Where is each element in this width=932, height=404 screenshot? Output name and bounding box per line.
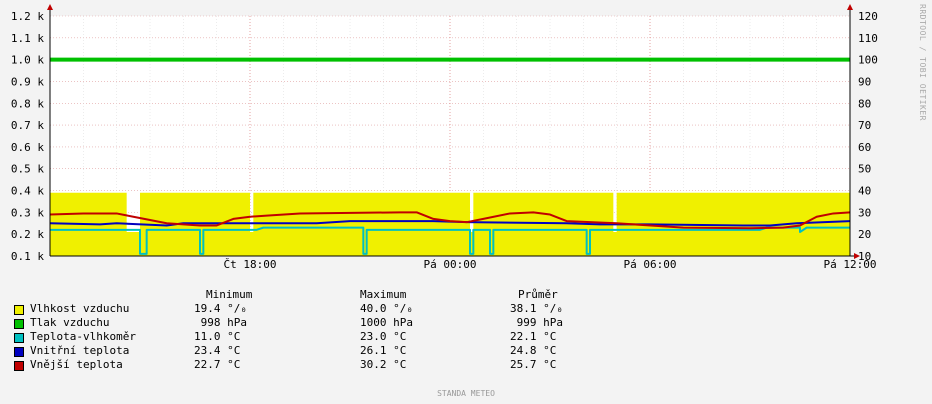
legend-swatch: [14, 333, 24, 343]
legend-row-hygrometer-temp: Teplota-vlhkoměr 11.0 °C 23.0 °C 22.1 °C: [14, 330, 714, 344]
legend-avg: 999 hPa: [510, 316, 563, 329]
x-tick-label: Čt 18:00: [224, 258, 277, 271]
legend-series-name: Vnitřní teplota: [30, 344, 130, 357]
legend-min: 19.4 °/₀: [194, 302, 247, 315]
x-tick-label: Pá 12:00: [824, 258, 877, 271]
y-tick-label-right: 70: [858, 119, 871, 132]
y-tick-label-left: 1.0 k: [11, 54, 44, 67]
y-tick-label-left: 1.1 k: [11, 32, 44, 45]
y-axis-left-arrow: [47, 4, 53, 10]
y-tick-label-left: 0.6 k: [11, 141, 44, 154]
legend-series-name: Vnější teplota: [30, 358, 123, 371]
legend-row-pressure: Tlak vzduchu 998 hPa 1000 hPa 999 hPa: [14, 316, 714, 330]
legend-min: 998 hPa: [194, 316, 247, 329]
legend-max: 40.0 °/₀: [360, 302, 413, 315]
legend-avg: 22.1 °C: [510, 330, 557, 343]
legend-min: 11.0 °C: [194, 330, 241, 343]
y-tick-label-left: 0.4 k: [11, 185, 44, 198]
x-tick-label: Pá 00:00: [424, 258, 477, 271]
legend-series-name: Vlhkost vzduchu: [30, 302, 130, 315]
legend-swatch: [14, 305, 24, 315]
y-tick-label-left: 0.1 k: [11, 250, 44, 263]
legend-max: 26.1 °C: [360, 344, 407, 357]
y-tick-label-left: 0.7 k: [11, 119, 44, 132]
y-tick-label-right: 110: [858, 32, 878, 45]
legend-avg: 25.7 °C: [510, 358, 557, 371]
y-tick-label-right: 100: [858, 54, 878, 67]
legend-header-avg: Průměr: [518, 288, 558, 301]
x-tick-label: Pá 06:00: [624, 258, 677, 271]
legend-series-name: Teplota-vlhkoměr: [30, 330, 136, 343]
legend-header-max: Maximum: [360, 288, 407, 301]
y-tick-label-left: 0.2 k: [11, 228, 44, 241]
legend-min: 23.4 °C: [194, 344, 241, 357]
y-tick-label-right: 120: [858, 10, 878, 23]
y-tick-label-right: 80: [858, 97, 871, 110]
legend-max: 30.2 °C: [360, 358, 407, 371]
y-tick-label-left: 0.5 k: [11, 163, 44, 176]
y-tick-label-right: 90: [858, 75, 871, 88]
y-tick-label-left: 0.3 k: [11, 206, 44, 219]
rrdtool-watermark: RRDTOOL / TOBI OETIKER: [918, 4, 927, 121]
legend-swatch: [14, 319, 24, 329]
legend-row-humidity: Vlhkost vzduchu 19.4 °/₀ 40.0 °/₀ 38.1 °…: [14, 302, 714, 316]
y-tick-label-left: 1.2 k: [11, 10, 44, 23]
legend-swatch: [14, 347, 24, 357]
footer-credit: STANDA METEO: [437, 389, 495, 398]
y-tick-label-left: 0.9 k: [11, 75, 44, 88]
y-tick-label-right: 20: [858, 228, 871, 241]
y-tick-label-right: 60: [858, 141, 871, 154]
legend-row-inside-temp: Vnitřní teplota 23.4 °C 26.1 °C 24.8 °C: [14, 344, 714, 358]
y-tick-label-right: 40: [858, 185, 871, 198]
legend-series-name: Tlak vzduchu: [30, 316, 110, 329]
legend-row-outside-temp: Vnější teplota 22.7 °C 30.2 °C 25.7 °C: [14, 358, 714, 372]
y-tick-label-right: 50: [858, 163, 871, 176]
y-tick-label-left: 0.8 k: [11, 97, 44, 110]
legend-header-min: Minimum: [206, 288, 253, 301]
y-axis-right-arrow: [847, 4, 853, 10]
y-tick-label-right: 30: [858, 206, 871, 219]
legend-avg: 24.8 °C: [510, 344, 557, 357]
legend-avg: 38.1 °/₀: [510, 302, 563, 315]
legend-swatch: [14, 361, 24, 371]
legend-max: 1000 hPa: [360, 316, 413, 329]
legend-max: 23.0 °C: [360, 330, 407, 343]
legend-min: 22.7 °C: [194, 358, 241, 371]
